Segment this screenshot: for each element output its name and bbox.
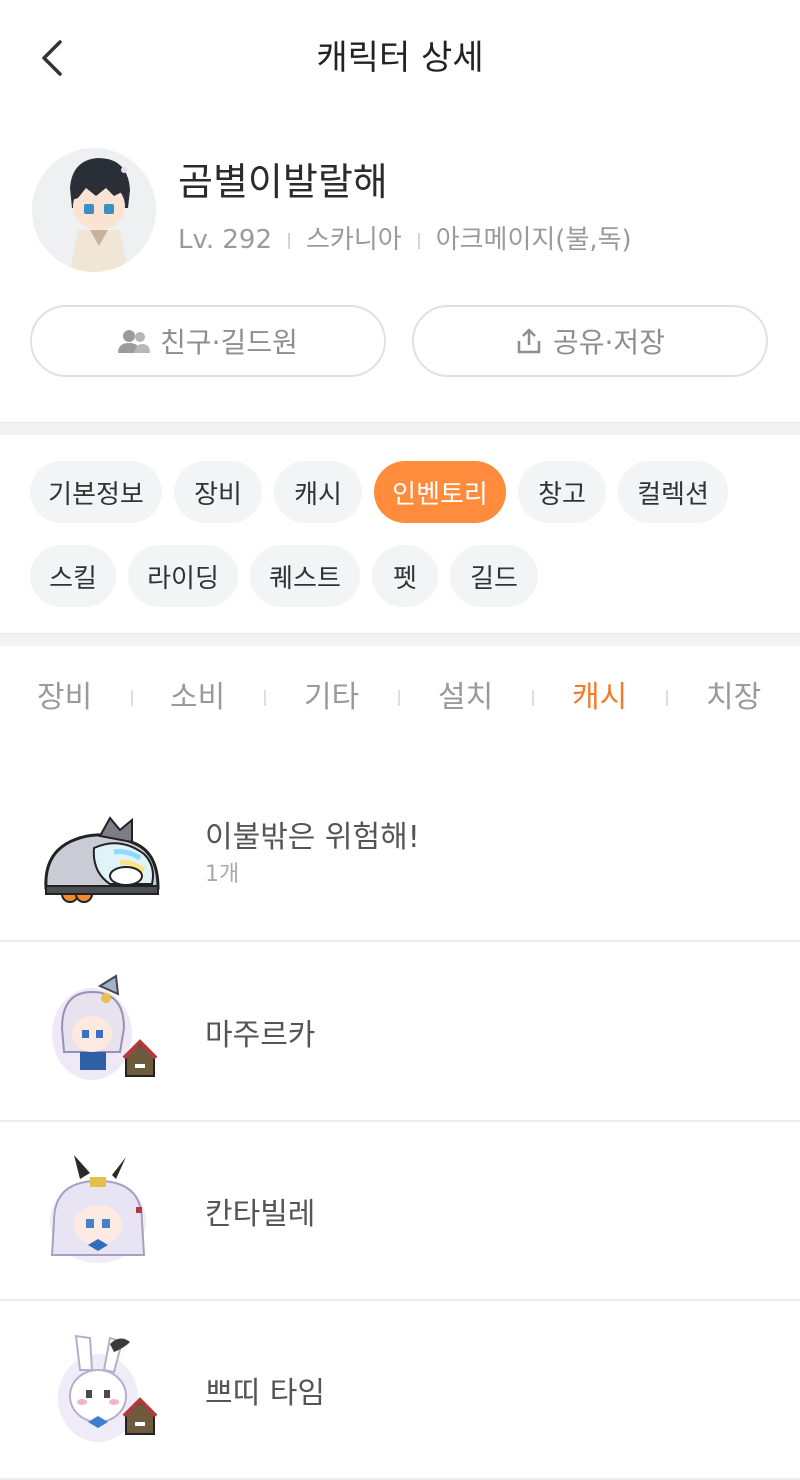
tab-label: 퀘스트 bbox=[269, 563, 341, 594]
cantabile-pet-icon bbox=[40, 1151, 164, 1271]
subtab-divider bbox=[398, 690, 400, 706]
share-save-label: 공유·저장 bbox=[553, 326, 665, 359]
tab-pet[interactable]: 펫 bbox=[372, 545, 438, 607]
list-item[interactable]: 쁘띠 타임 bbox=[0, 1300, 800, 1480]
tab-guild[interactable]: 길드 bbox=[450, 545, 538, 607]
subtab-divider bbox=[532, 690, 534, 706]
tab-label: 컬렉션 bbox=[637, 479, 709, 510]
item-name: 마주르카 bbox=[205, 1018, 316, 1053]
page-title: 캐릭터 상세 bbox=[316, 38, 484, 78]
subtab-divider bbox=[264, 690, 266, 706]
list-item[interactable]: 마주르카 bbox=[0, 942, 800, 1122]
tab-label: 창고 bbox=[538, 479, 586, 510]
character-job: 아크메이지(불,독) bbox=[435, 225, 632, 255]
friends-guild-button[interactable]: 친구·길드원 bbox=[30, 305, 386, 377]
subtab-cash[interactable]: 캐시 bbox=[572, 668, 627, 728]
people-icon bbox=[118, 328, 151, 354]
subtab-equipment[interactable]: 장비 bbox=[37, 668, 92, 728]
character-profile: 곰별이발랄해 Lv. 292 스카니아 아크메이지(불,독) bbox=[0, 140, 800, 280]
tab-label: 기본정보 bbox=[48, 479, 144, 510]
tab-cash[interactable]: 캐시 bbox=[274, 461, 362, 523]
character-world: 스카니아 bbox=[306, 225, 402, 255]
tab-quest[interactable]: 퀘스트 bbox=[250, 545, 360, 607]
inventory-tabs: 장비 소비 기타 설치 캐시 치장 bbox=[0, 668, 800, 728]
share-save-button[interactable]: 공유·저장 bbox=[412, 305, 768, 377]
subtab-etc[interactable]: 기타 bbox=[304, 668, 359, 728]
subtab-divider bbox=[131, 690, 133, 706]
tab-label: 길드 bbox=[470, 563, 518, 594]
subtab-setup[interactable]: 설치 bbox=[438, 668, 493, 728]
character-sprite-image bbox=[32, 148, 156, 272]
section-divider bbox=[0, 633, 800, 646]
tab-collection[interactable]: 컬렉션 bbox=[618, 461, 728, 523]
tab-label: 펫 bbox=[393, 563, 417, 594]
subtab-divider bbox=[666, 690, 668, 706]
subtab-cosmetic[interactable]: 치장 bbox=[706, 668, 761, 728]
blanket-slime-icon bbox=[40, 792, 164, 912]
tab-label: 캐시 bbox=[294, 479, 342, 510]
character-name: 곰별이발랄해 bbox=[178, 160, 388, 204]
list-item[interactable]: 칸타빌레 bbox=[0, 1121, 800, 1301]
list-item[interactable]: 이불밖은 위험해! 1개 bbox=[0, 762, 800, 942]
tab-label: 스킬 bbox=[49, 563, 97, 594]
item-name: 칸타빌레 bbox=[205, 1197, 316, 1232]
petit-time-pet-icon bbox=[40, 1330, 164, 1450]
friends-guild-label: 친구·길드원 bbox=[160, 326, 298, 359]
meta-divider bbox=[417, 232, 420, 249]
item-count: 1개 bbox=[205, 862, 240, 887]
character-level: Lv. 292 bbox=[178, 225, 273, 255]
character-meta: Lv. 292 스카니아 아크메이지(불,독) bbox=[178, 218, 632, 262]
section-divider bbox=[0, 422, 800, 435]
tab-storage[interactable]: 창고 bbox=[518, 461, 606, 523]
tab-label: 인벤토리 bbox=[392, 479, 488, 510]
character-avatar bbox=[32, 148, 156, 272]
tab-skill[interactable]: 스킬 bbox=[30, 545, 116, 607]
subtab-consume[interactable]: 소비 bbox=[170, 668, 225, 728]
share-icon bbox=[515, 327, 543, 355]
action-buttons: 친구·길드원 공유·저장 bbox=[0, 305, 800, 381]
top-bar: 캐릭터 상세 bbox=[0, 0, 800, 116]
tab-equipment[interactable]: 장비 bbox=[174, 461, 262, 523]
item-name: 이불밖은 위험해! bbox=[205, 820, 420, 855]
tab-label: 라이딩 bbox=[147, 563, 219, 594]
meta-divider bbox=[288, 232, 291, 249]
mazurka-pet-icon bbox=[40, 972, 164, 1092]
tab-riding[interactable]: 라이딩 bbox=[128, 545, 238, 607]
tab-label: 장비 bbox=[194, 479, 242, 510]
tab-basic-info[interactable]: 기본정보 bbox=[30, 461, 162, 523]
item-name: 쁘띠 타임 bbox=[205, 1376, 325, 1411]
tab-inventory[interactable]: 인벤토리 bbox=[374, 461, 506, 523]
